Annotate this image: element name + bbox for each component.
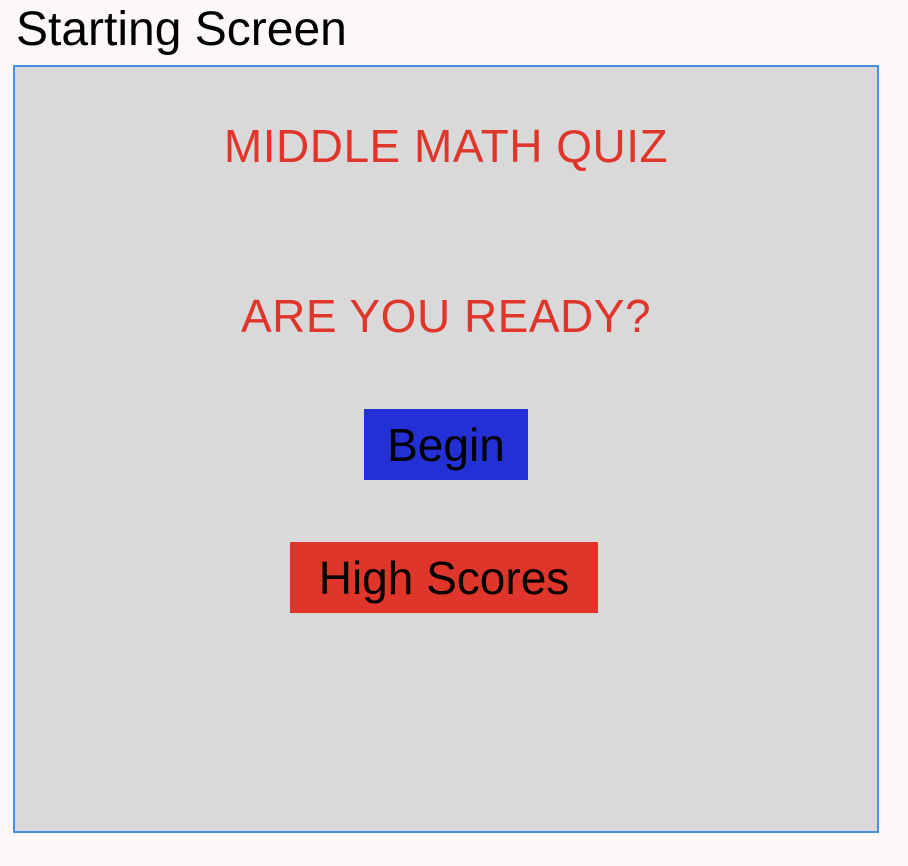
ready-prompt: ARE YOU READY? <box>240 290 652 342</box>
begin-button[interactable]: Begin <box>364 409 528 480</box>
frame-title: Starting Screen <box>16 3 347 56</box>
starting-screen-panel: MIDDLE MATH QUIZ ARE YOU READY? Begin Hi… <box>13 65 879 833</box>
quiz-title: MIDDLE MATH QUIZ <box>223 120 669 172</box>
high-scores-button[interactable]: High Scores <box>290 542 598 613</box>
